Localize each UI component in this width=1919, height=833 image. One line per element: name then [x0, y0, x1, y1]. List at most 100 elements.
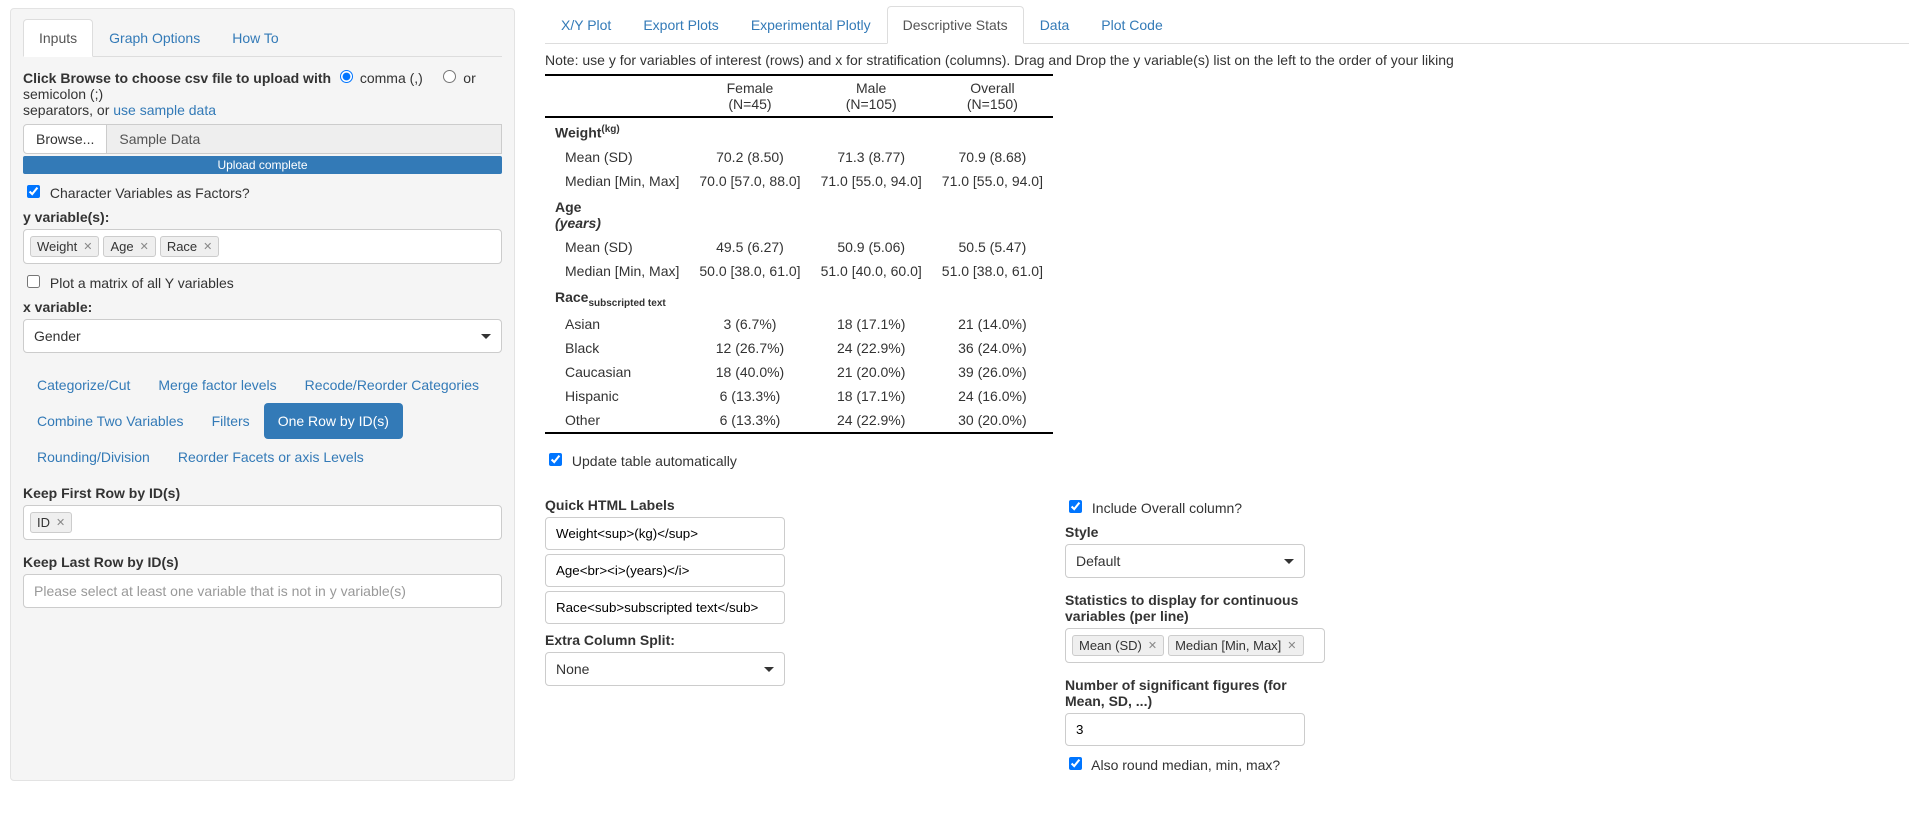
subtab-recode[interactable]: Recode/Reorder Categories	[291, 367, 493, 403]
stat-label: Mean (SD)	[545, 235, 689, 259]
stat-male: 24 (22.9%)	[811, 336, 932, 360]
upload-progress: Upload complete	[23, 156, 502, 174]
radio-comma-label: comma (,)	[360, 70, 423, 86]
stat-male: 71.3 (8.77)	[811, 145, 932, 169]
xvar-value: Gender	[34, 328, 81, 344]
chk-include-overall-label: Include Overall column?	[1092, 500, 1242, 516]
yvars-input[interactable]: Weight✕ Age✕ Race✕	[23, 229, 502, 264]
quick-label-0[interactable]	[545, 517, 785, 550]
subtab-merge[interactable]: Merge factor levels	[144, 367, 290, 403]
chk-include-overall[interactable]	[1069, 500, 1082, 513]
token-weight[interactable]: Weight✕	[30, 236, 99, 257]
style-value: Default	[1076, 553, 1120, 569]
quick-labels-col: Quick HTML Labels Extra Column Split: No…	[545, 489, 785, 686]
radio-semicolon[interactable]	[443, 70, 456, 83]
stat-female: 6 (13.3%)	[689, 384, 810, 408]
sidebar-tabs: Inputs Graph Options How To	[23, 19, 502, 57]
stat-label: Caucasian	[545, 360, 689, 384]
tab-stats[interactable]: Descriptive Stats	[887, 6, 1024, 44]
use-sample-data-link[interactable]: use sample data	[113, 102, 216, 118]
quick-label-2[interactable]	[545, 591, 785, 624]
chk-plot-matrix-label: Plot a matrix of all Y variables	[50, 275, 234, 291]
tab-export[interactable]: Export Plots	[627, 6, 734, 44]
tab-howto[interactable]: How To	[216, 19, 294, 57]
subtab-reorder[interactable]: Reorder Facets or axis Levels	[164, 439, 378, 475]
chk-char-factors-label: Character Variables as Factors?	[50, 185, 250, 201]
chk-update-auto[interactable]	[549, 453, 562, 466]
token-id[interactable]: ID✕	[30, 512, 72, 533]
extra-split-select[interactable]: None	[545, 652, 785, 686]
caret-down-icon	[481, 334, 491, 339]
subtab-onerow[interactable]: One Row by ID(s)	[264, 403, 403, 439]
sigfig-input[interactable]	[1065, 713, 1305, 746]
sigfig-label: Number of significant figures (for Mean,…	[1065, 677, 1325, 709]
xvar-select[interactable]: Gender	[23, 319, 502, 353]
stats-display-label: Statistics to display for continuous var…	[1065, 592, 1325, 624]
stat-female: 70.0 [57.0, 88.0]	[689, 169, 810, 193]
chk-round-median[interactable]	[1069, 757, 1082, 770]
keepfirst-label: Keep First Row by ID(s)	[23, 485, 502, 501]
close-icon[interactable]: ✕	[203, 240, 212, 253]
subtab-filters[interactable]: Filters	[198, 403, 264, 439]
main-tabs: X/Y Plot Export Plots Experimental Plotl…	[545, 6, 1909, 44]
extra-split-value: None	[556, 661, 589, 677]
quick-labels-title: Quick HTML Labels	[545, 497, 785, 513]
stats-tokens-input[interactable]: Mean (SD)✕ Median [Min, Max]✕	[1065, 628, 1325, 663]
subtab-categorize[interactable]: Categorize/Cut	[23, 367, 144, 403]
style-label: Style	[1065, 524, 1325, 540]
stat-label: Asian	[545, 312, 689, 336]
tab-plotly[interactable]: Experimental Plotly	[735, 6, 887, 44]
stat-overall: 71.0 [55.0, 94.0]	[932, 169, 1053, 193]
token-median[interactable]: Median [Min, Max]✕	[1168, 635, 1303, 656]
col-female: Female(N=45)	[689, 75, 810, 117]
chk-char-factors[interactable]	[27, 185, 40, 198]
stat-label: Median [Min, Max]	[545, 169, 689, 193]
stat-female: 6 (13.3%)	[689, 408, 810, 433]
token-mean-sd[interactable]: Mean (SD)✕	[1072, 635, 1164, 656]
instruction-separators: separators, or	[23, 102, 113, 118]
stats-note: Note: use y for variables of interest (r…	[545, 52, 1909, 68]
stat-overall: 70.9 (8.68)	[932, 145, 1053, 169]
chk-round-median-label: Also round median, min, max?	[1091, 757, 1280, 773]
stat-overall: 30 (20.0%)	[932, 408, 1053, 433]
keeplast-input[interactable]: Please select at least one variable that…	[23, 574, 502, 608]
close-icon[interactable]: ✕	[1287, 639, 1296, 652]
tab-graph-options[interactable]: Graph Options	[93, 19, 216, 57]
col-overall: Overall(N=150)	[932, 75, 1053, 117]
file-name-display: Sample Data	[107, 124, 502, 154]
style-select[interactable]: Default	[1065, 544, 1305, 578]
stat-female: 70.2 (8.50)	[689, 145, 810, 169]
keeplast-label: Keep Last Row by ID(s)	[23, 554, 502, 570]
subtab-rounding[interactable]: Rounding/Division	[23, 439, 164, 475]
stat-male: 51.0 [40.0, 60.0]	[811, 259, 932, 283]
stat-label: Mean (SD)	[545, 145, 689, 169]
token-age[interactable]: Age✕	[103, 236, 155, 257]
tab-xyplot[interactable]: X/Y Plot	[545, 6, 627, 44]
keepfirst-input[interactable]: ID✕	[23, 505, 502, 540]
browse-button[interactable]: Browse...	[23, 124, 107, 154]
close-icon[interactable]: ✕	[56, 516, 65, 529]
stat-female: 3 (6.7%)	[689, 312, 810, 336]
chk-plot-matrix[interactable]	[27, 275, 40, 288]
caret-down-icon	[764, 667, 774, 672]
radio-comma[interactable]	[340, 70, 353, 83]
stat-label: Other	[545, 408, 689, 433]
upload-instruction: Click Browse to choose csv file to uploa…	[23, 67, 502, 118]
close-icon[interactable]: ✕	[1148, 639, 1157, 652]
close-icon[interactable]: ✕	[83, 240, 92, 253]
stat-male: 71.0 [55.0, 94.0]	[811, 169, 932, 193]
section-header: Racesubscripted text	[545, 283, 1053, 313]
quick-label-1[interactable]	[545, 554, 785, 587]
stat-label: Median [Min, Max]	[545, 259, 689, 283]
stat-female: 12 (26.7%)	[689, 336, 810, 360]
transform-tabs: Categorize/Cut Merge factor levels Recod…	[23, 367, 502, 475]
stat-overall: 24 (16.0%)	[932, 384, 1053, 408]
token-race[interactable]: Race✕	[160, 236, 220, 257]
stat-male: 24 (22.9%)	[811, 408, 932, 433]
tab-inputs[interactable]: Inputs	[23, 19, 93, 57]
tab-code[interactable]: Plot Code	[1085, 6, 1178, 44]
subtab-combine[interactable]: Combine Two Variables	[23, 403, 198, 439]
tab-data[interactable]: Data	[1024, 6, 1086, 44]
close-icon[interactable]: ✕	[140, 240, 149, 253]
stat-male: 18 (17.1%)	[811, 312, 932, 336]
